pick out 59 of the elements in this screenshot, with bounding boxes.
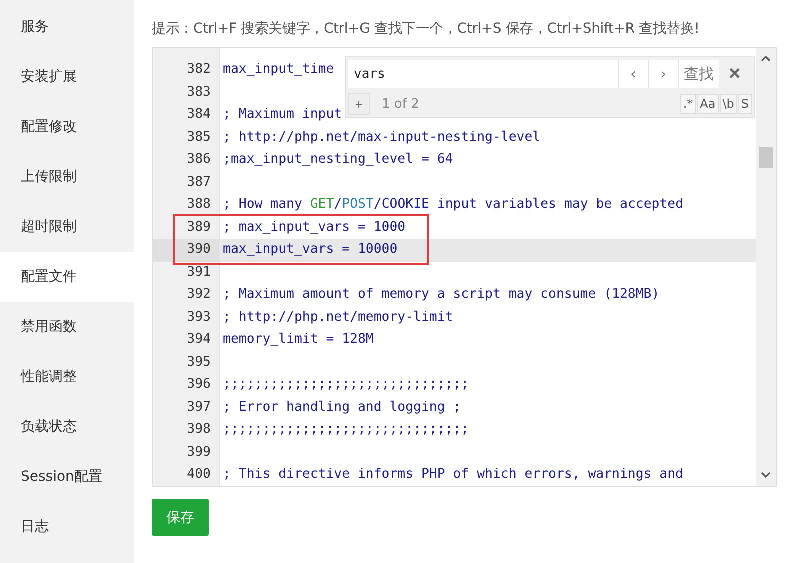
match-count: 1 of 2 (382, 96, 420, 112)
next-button[interactable]: › (648, 60, 678, 88)
line-number: 391 (186, 264, 212, 282)
find-button[interactable]: 查找 (678, 60, 719, 88)
line-number: 383 (186, 84, 212, 102)
sidebar-item[interactable]: 超时限制 (0, 202, 134, 252)
code-line: ; How many GET/POST/COOKIE input variables may be accepted (223, 197, 684, 212)
code-line: ; This directive informs PHP of which errors, warnings and (223, 467, 684, 482)
sidebar-item[interactable]: 安装扩展 (0, 52, 134, 102)
line-number: 396 (186, 376, 212, 394)
previous-button[interactable]: ‹ (618, 60, 648, 88)
line-number: 400 (186, 466, 212, 484)
code-line: max_input_time (223, 62, 334, 77)
line-number: 382 (186, 61, 212, 79)
search-option-button[interactable]: .* (680, 94, 696, 114)
code-line: ; max_input_vars = 1000 (223, 220, 406, 234)
line-number: 384 (186, 106, 212, 124)
line-number: 395 (186, 354, 212, 372)
search-option-button[interactable]: S (738, 94, 752, 114)
sidebar-item[interactable]: 配置文件 (0, 252, 134, 302)
line-number: 388 (186, 196, 212, 214)
search-option-button[interactable]: Aa (697, 94, 719, 114)
sidebar-item[interactable]: 配置修改 (0, 102, 134, 152)
scrollbar[interactable] (756, 48, 776, 486)
line-number: 399 (186, 444, 212, 462)
code-line: ;;;;;;;;;;;;;;;;;;;;;;;;;;;;;;; (223, 377, 470, 392)
code-line: ; Maximum amount of memory a script may consume (128MB) (223, 287, 660, 302)
sidebar-item[interactable]: Session配置 (0, 452, 134, 502)
line-number: 390 (153, 239, 219, 262)
line-number: 397 (186, 398, 212, 416)
code-line: ; http://php.net/max-input-nesting-level (223, 130, 541, 144)
close-button[interactable]: × (725, 62, 745, 86)
line-number: 394 (186, 331, 212, 349)
line-number: 386 (186, 151, 212, 169)
scroll-thumb[interactable] (759, 147, 773, 168)
code-line: ; Error handling and logging ; (223, 400, 462, 414)
code-editor[interactable] (152, 47, 777, 487)
line-number: 385 (186, 128, 212, 146)
line-number: 387 (186, 174, 212, 192)
code-line: ;max_input_nesting_level = 64 (223, 152, 454, 167)
code-line: max_input_vars = 10000 (223, 242, 398, 257)
line-number: 393 (186, 308, 212, 326)
line-number: 389 (186, 218, 212, 236)
search-option-button[interactable]: \b (720, 94, 738, 114)
sidebar-item[interactable]: 服务 (0, 2, 134, 52)
expand-button[interactable]: + (348, 93, 370, 115)
sidebar-item[interactable]: 禁用函数 (0, 302, 134, 352)
code-line: ; http://php.net/memory-limit (223, 310, 454, 324)
line-number: 392 (186, 286, 212, 304)
sidebar-item[interactable]: 性能调整 (0, 352, 134, 402)
code-line: ; Maximum input (223, 107, 342, 122)
sidebar-item[interactable]: 上传限制 (0, 152, 134, 202)
line-number: 398 (186, 421, 212, 439)
hint-text: 提示：Ctrl+F 搜索关键字，Ctrl+G 查找下一个，Ctrl+S 保存，Ctrl+Shift+R 查找替换! (152, 20, 701, 39)
search-field[interactable]: vars (348, 60, 618, 88)
sidebar-item[interactable]: 日志 (0, 502, 134, 552)
code-line: memory_limit = 128M (223, 332, 374, 347)
code-line: ;;;;;;;;;;;;;;;;;;;;;;;;;;;;;;; (223, 422, 470, 437)
sidebar-item[interactable]: 负载状态 (0, 402, 134, 452)
